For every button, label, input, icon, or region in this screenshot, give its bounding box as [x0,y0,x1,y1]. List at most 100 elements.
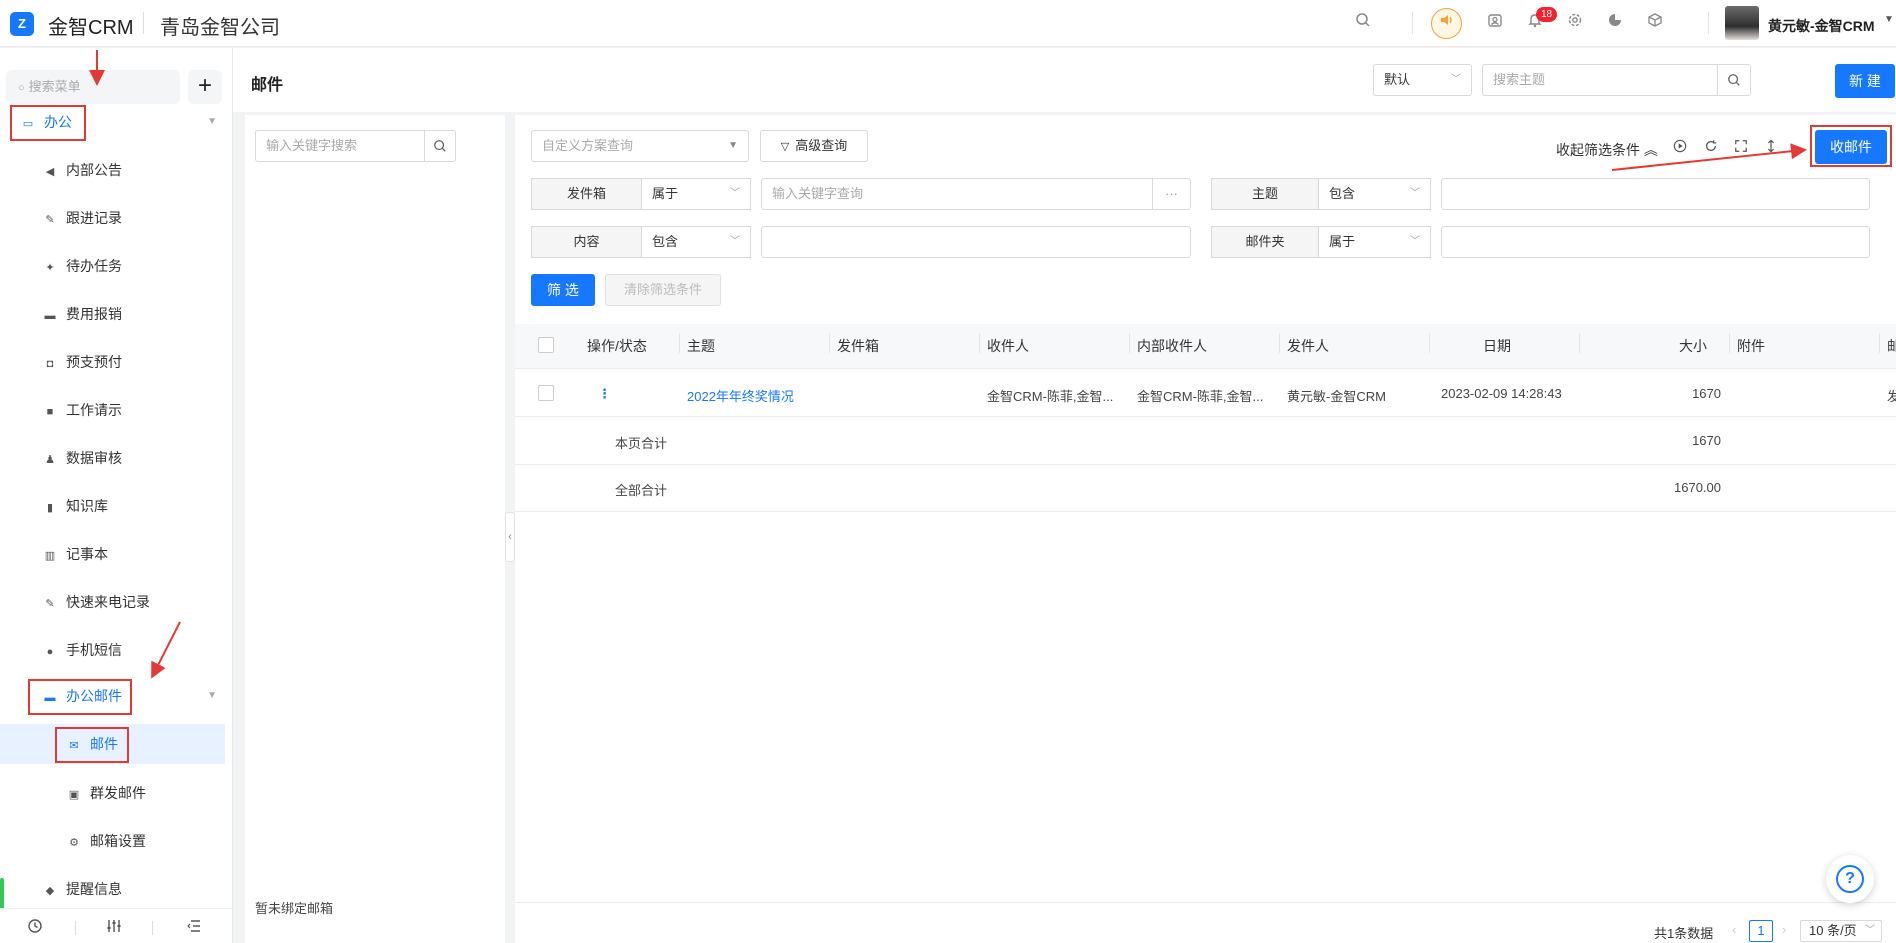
filter-op-subject[interactable]: 包含 ﹀ [1319,178,1431,210]
subject-filter-input[interactable] [1441,178,1870,210]
content-filter-input[interactable] [761,226,1191,258]
column-header-action[interactable]: 操作/状态 [587,336,647,356]
filter-op-outbox[interactable]: 属于 ﹀ [642,178,751,210]
new-button[interactable]: 新 建 [1835,64,1895,98]
sidebar-item[interactable]: ✎ 跟进记录 [0,198,225,238]
tree-search-input[interactable]: 输入关键字搜索 [255,130,425,162]
page-number-button[interactable]: 1 [1749,920,1773,942]
menu-search-input[interactable]: ○ 搜索菜单 [6,70,180,104]
column-header-size[interactable]: 大小 [1679,336,1707,356]
sidebar-item-label: 费用报销 [66,306,122,322]
column-header-subject[interactable]: 主题 [687,336,715,356]
topic-search-input[interactable]: 搜索主题 [1482,64,1718,96]
edit-icon: ✎ [45,598,55,610]
select-all-checkbox[interactable] [538,337,554,353]
sidebar-item-label: 待办任务 [66,258,122,274]
row-subject-link[interactable]: 2022年年终奖情况 [687,386,827,405]
more-options-button[interactable]: ··· [1153,178,1191,210]
filter-op-folder[interactable]: 属于 ﹀ [1319,226,1431,258]
card-icon: ▬ [44,310,56,322]
sidebar-item-label: 提醒信息 [66,881,122,897]
fullscreen-icon[interactable] [1734,139,1748,156]
sidebar-item-mass-mail[interactable]: ▣ 群发邮件 [0,773,225,813]
page-size-value: 10 条/页 [1809,923,1857,938]
gear-icon[interactable] [1563,12,1587,36]
filter-label-subject: 主题 [1211,178,1319,210]
sidebar-item-label: 手机短信 [66,642,122,658]
column-height-icon[interactable] [1764,139,1778,156]
sidebar-item[interactable]: ■ 工作请示 [0,390,225,430]
sliders-icon[interactable] [106,918,122,939]
sidebar-item[interactable]: ◀ 内部公告 [0,150,225,190]
pie-chart-icon[interactable] [1603,12,1627,36]
row-date: 2023-02-09 14:28:43 [1441,386,1562,401]
folder-filter-input[interactable] [1441,226,1870,258]
search-icon: ○ [18,82,25,94]
tree-search-button[interactable] [425,130,456,162]
column-divider [1879,333,1880,353]
collapse-panel-handle[interactable]: ‹ [505,512,515,562]
cube-icon[interactable] [1643,12,1667,36]
sidebar-item[interactable]: ◘ 预支预付 [0,342,225,382]
column-header-date[interactable]: 日期 [1483,336,1511,356]
filter-label-folder: 邮件夹 [1211,226,1319,258]
refresh-icon[interactable] [1704,139,1718,156]
help-button[interactable]: ? [1826,855,1874,903]
row-recipient: 金智CRM-陈菲,金智... [987,389,1114,404]
filter-button[interactable]: 筛 选 [531,274,595,306]
scheme-select[interactable]: 自定义方案查询 ▼ [531,130,749,162]
column-header-sender[interactable]: 发件人 [1287,336,1329,356]
view-select[interactable]: 默认 ﹀ [1373,64,1472,96]
app-logo[interactable]: Z [10,12,34,36]
chat-icon: ● [46,646,54,658]
prev-page-icon[interactable]: ‹ [1732,922,1736,937]
topbar-separator [1412,12,1413,34]
search-button[interactable] [1718,64,1751,96]
outbox-keyword-input[interactable]: 输入关键字查询 [761,178,1153,210]
play-icon[interactable] [1673,139,1687,156]
sidebar-item-mailbox-settings[interactable]: ⚙ 邮箱设置 [0,821,225,861]
sidebar-item[interactable]: ✎ 快速来电记录 [0,582,225,622]
sidebar-item[interactable]: ✦ 待办任务 [0,246,225,286]
clear-filter-button[interactable]: 清除筛选条件 [605,274,721,306]
collapse-filter-toggle[interactable]: 收起筛选条件 ︽ [1556,140,1658,160]
column-header-recipient[interactable]: 收件人 [987,336,1029,356]
row-internal-recipient: 金智CRM-陈菲,金智... [1137,389,1264,404]
sidebar-item-label: 记事本 [66,546,108,562]
caret-down-icon: ▼ [207,116,217,127]
column-header-outbox[interactable]: 发件箱 [837,336,879,356]
message-icon: ■ [46,406,54,418]
row-checkbox[interactable] [538,385,554,401]
app-name[interactable]: 金智CRM [48,11,134,40]
column-divider [1279,333,1280,353]
sidebar-item[interactable]: ▮ 知识库 [0,486,225,526]
speaker-icon[interactable] [1431,8,1462,39]
advanced-query-button[interactable]: ▽ 高级查询 [760,130,868,162]
search-icon[interactable] [1351,12,1375,36]
sidebar-item[interactable]: ● 手机短信 [0,630,225,670]
chevron-down-icon[interactable]: ▼ [1884,14,1894,25]
contacts-icon[interactable] [1483,12,1507,36]
collapse-menu-icon[interactable] [186,918,202,939]
page-size-select[interactable]: 10 条/页 ﹀ [1800,920,1882,942]
column-header-attachment[interactable]: 附件 [1737,336,1765,356]
username[interactable]: 黄元敏-金智CRM [1768,16,1875,36]
history-icon[interactable] [27,918,43,939]
avatar[interactable] [1725,6,1759,40]
filter-op-value: 包含 [652,234,679,249]
column-divider [1729,333,1730,353]
topbar-separator [1708,12,1709,34]
column-header-internal-recipient[interactable]: 内部收件人 [1137,336,1207,356]
sidebar-item[interactable]: ▥ 记事本 [0,534,225,574]
column-header-more[interactable]: 邮 [1887,336,1896,356]
add-menu-button[interactable]: + [188,70,222,104]
sidebar-item[interactable]: ♟ 数据审核 [0,438,225,478]
sidebar-item-reminder[interactable]: ◆ 提醒信息 [0,869,225,907]
sidebar-item[interactable]: ▬ 费用报销 [0,294,225,334]
page-total-label: 本页合计 [615,436,668,451]
next-page-icon[interactable]: › [1782,922,1786,937]
chevron-down-icon: ﹀ [1410,188,1420,199]
row-action-menu-icon[interactable]: ⋮ [598,386,611,402]
filter-op-content[interactable]: 包含 ﹀ [642,226,751,258]
menu-search-placeholder: 搜索菜单 [28,79,81,94]
